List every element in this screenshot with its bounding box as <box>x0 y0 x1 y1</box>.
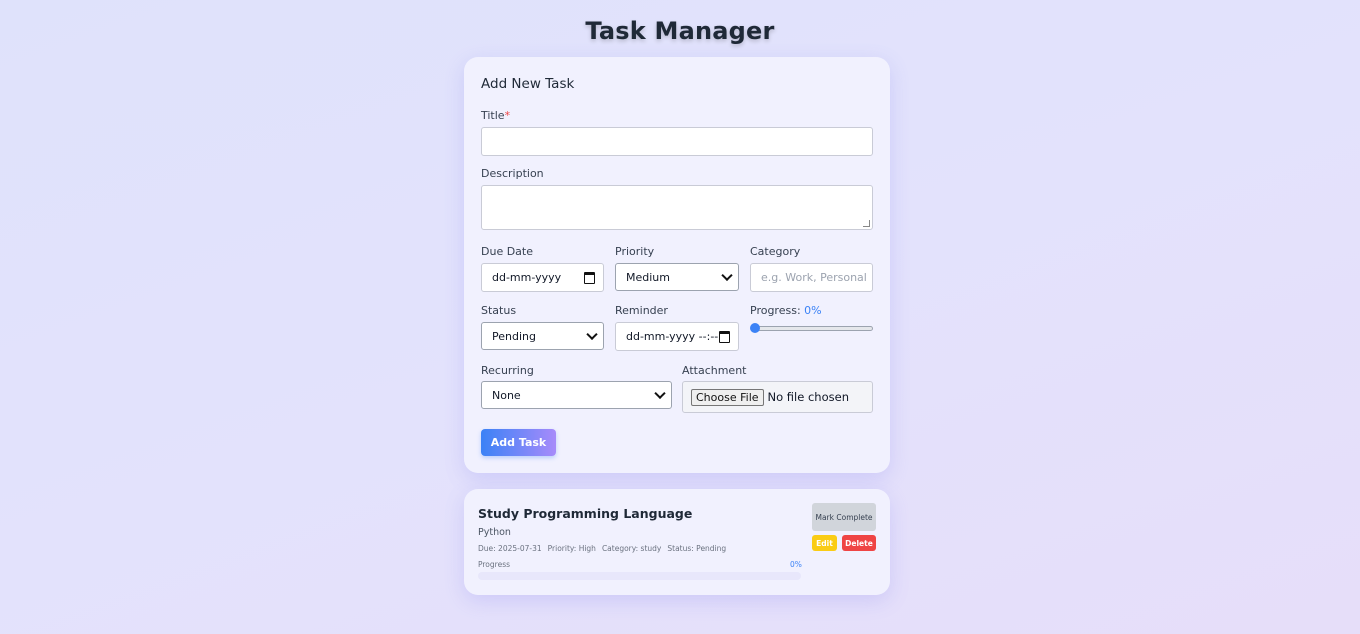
task-category: Category: study <box>601 544 662 553</box>
task-due: Due: 2025-07-31 <box>478 544 542 553</box>
calendar-icon[interactable] <box>584 271 595 284</box>
title-input[interactable] <box>481 127 873 156</box>
form-heading: Add New Task <box>481 76 575 92</box>
due-date-value: dd-mm-yyyy <box>492 271 562 284</box>
task-meta: Due: 2025-07-31 Priority: High Category:… <box>478 544 726 553</box>
page-title: Task Manager <box>585 17 775 45</box>
progress-label-text: Progress: <box>750 304 801 317</box>
add-task-form: Add New Task Title* Description Due Date… <box>464 57 890 473</box>
resize-grip-icon[interactable] <box>863 220 870 227</box>
title-label-text: Title <box>481 109 505 122</box>
required-mark: * <box>504 109 511 122</box>
mark-complete-button[interactable]: Mark Complete <box>812 503 876 531</box>
description-textarea[interactable] <box>481 185 873 230</box>
reminder-label: Reminder <box>615 304 668 317</box>
due-date-input[interactable]: dd-mm-yyyy <box>481 263 604 292</box>
attachment-label: Attachment <box>682 364 747 377</box>
choose-file-button[interactable]: Choose File <box>691 388 764 406</box>
recurring-value: None <box>492 388 521 402</box>
status-label: Status <box>481 304 517 317</box>
edit-button[interactable]: Edit <box>812 535 837 551</box>
priority-value: Medium <box>626 270 670 284</box>
priority-select[interactable]: Medium <box>615 263 739 291</box>
category-label: Category <box>750 245 801 258</box>
task-description: Python <box>478 527 511 538</box>
description-label: Description <box>481 167 544 180</box>
task-status: Status: Pending <box>667 544 727 553</box>
chevron-down-icon <box>586 328 598 341</box>
task-progress-value: 0% <box>790 560 802 569</box>
priority-label: Priority <box>615 245 655 258</box>
chevron-down-icon <box>721 269 733 282</box>
due-date-label: Due Date <box>481 245 533 258</box>
recurring-label: Recurring <box>481 364 534 377</box>
task-title: Study Programming Language <box>478 506 693 521</box>
progress-label: Progress: 0% <box>750 304 822 317</box>
attachment-input[interactable]: Choose File No file chosen <box>682 381 873 413</box>
progress-slider-thumb[interactable] <box>750 323 760 333</box>
reminder-value: dd-mm-yyyy --:-- <box>626 330 719 343</box>
add-task-button[interactable]: Add Task <box>481 429 556 456</box>
chevron-down-icon <box>654 387 666 400</box>
category-input[interactable]: e.g. Work, Personal <box>750 263 873 292</box>
calendar-icon[interactable] <box>719 330 730 343</box>
delete-button[interactable]: Delete <box>842 535 876 551</box>
reminder-input[interactable]: dd-mm-yyyy --:-- <box>615 322 739 351</box>
status-value: Pending <box>492 329 536 343</box>
task-card: Study Programming Language Python Due: 2… <box>464 489 890 595</box>
attachment-status: No file chosen <box>767 390 849 404</box>
recurring-select[interactable]: None <box>481 381 672 409</box>
category-placeholder: e.g. Work, Personal <box>761 271 867 284</box>
task-progress-label: Progress <box>478 560 511 569</box>
task-progress-bar <box>478 572 801 580</box>
progress-value: 0% <box>804 304 822 317</box>
title-label: Title* <box>481 109 510 122</box>
status-select[interactable]: Pending <box>481 322 604 350</box>
progress-slider[interactable] <box>754 326 873 331</box>
task-priority: Priority: High <box>547 544 596 553</box>
